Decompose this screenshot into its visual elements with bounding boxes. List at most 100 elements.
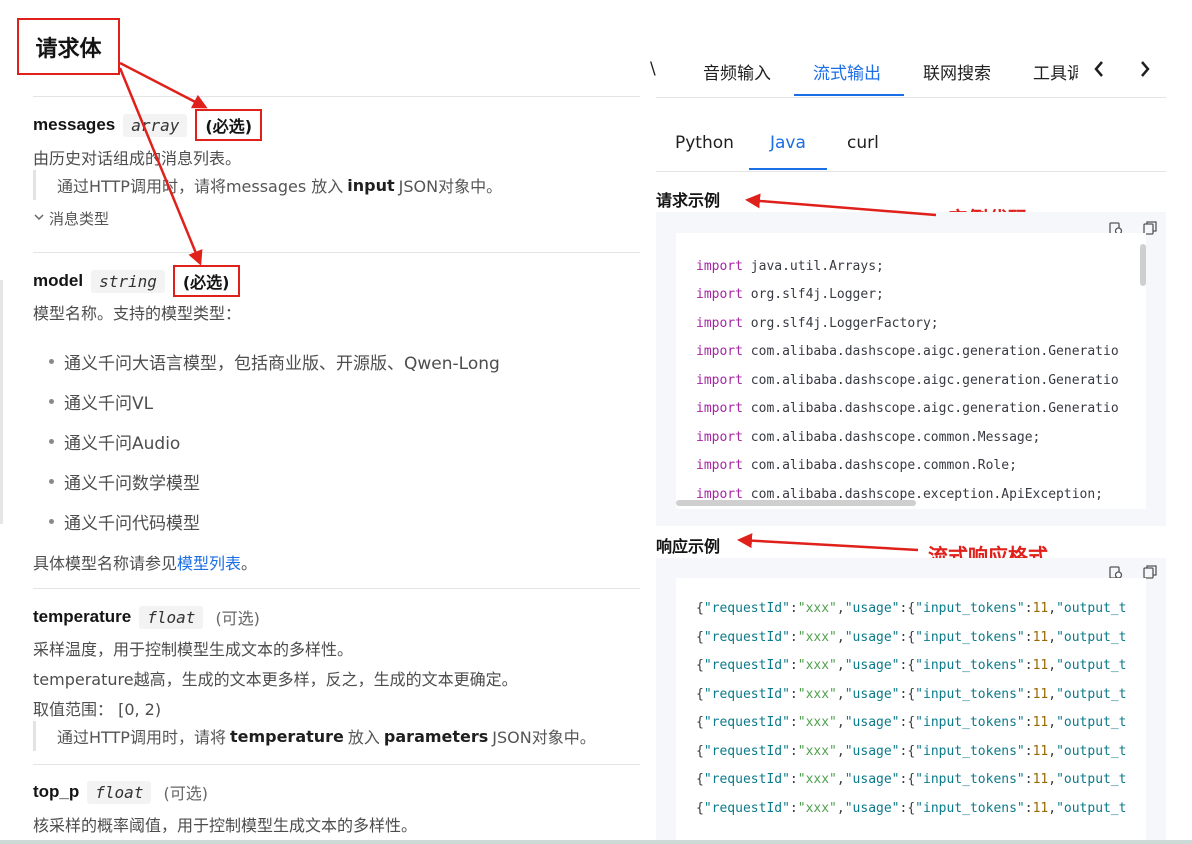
param-type: string [91, 269, 165, 293]
divider [33, 252, 640, 253]
response-json-line: {"requestId":"xxx","usage":{"input_token… [696, 772, 1127, 787]
tab-curl[interactable]: curl [847, 133, 879, 153]
code-keyword: import [696, 373, 743, 388]
note-text: 通过HTTP调用时，请将 [57, 728, 226, 747]
expander-label: 消息类型 [49, 210, 110, 228]
code-line: import com.alibaba.dashscope.common.Mess… [696, 430, 1040, 445]
list-item: 通义千问大语言模型，包括商业版、开源版、Qwen-Long [49, 349, 500, 374]
list-item: 通义千问VL [49, 389, 153, 414]
request-example-label: 请求示例 [656, 191, 721, 210]
divider [33, 764, 640, 765]
list-item-text: 通义千问数学模型 [64, 474, 200, 494]
code-vertical-scrollbar[interactable] [1140, 244, 1146, 286]
chevron-left-icon[interactable] [1092, 58, 1106, 86]
param-name: model [33, 271, 84, 290]
code-horizontal-scrollbar[interactable] [676, 500, 916, 506]
active-lang-indicator [749, 168, 827, 170]
param-note: 通过HTTP调用时，请将messages 放入 input JSON对象中。 [33, 170, 502, 200]
bullet-dot [49, 399, 54, 404]
param-temperature-header: temperature float (可选) [33, 602, 260, 632]
code-text: com.alibaba.dashscope.aigc.generation.Ge… [750, 401, 1119, 416]
chevron-down-icon [33, 211, 45, 227]
param-desc: temperature越高，生成的文本更多样，反之，生成的文本更确定。 [33, 670, 518, 689]
request-code-block: import java.util.Arrays; import org.slf4… [676, 233, 1146, 509]
param-type: array [123, 113, 188, 137]
code-keyword: import [696, 344, 743, 359]
param-top-p-header: top_p float (可选) [33, 777, 208, 807]
note-bold: input [347, 175, 395, 195]
note-bold: parameters [383, 726, 489, 746]
tab-tool-call[interactable]: 工具调 [1033, 59, 1084, 84]
response-json-line: {"requestId":"xxx","usage":{"input_token… [696, 715, 1127, 730]
tab-java[interactable]: Java [770, 133, 806, 153]
code-keyword: import [696, 430, 743, 445]
active-tab-indicator [794, 94, 904, 96]
param-desc: 核采样的概率阈值，用于控制模型生成文本的多样性。 [33, 816, 418, 835]
bullet-dot [49, 439, 54, 444]
code-line: import com.alibaba.dashscope.common.Role… [696, 458, 1017, 473]
bullet-dot [49, 359, 54, 364]
code-line: import com.alibaba.dashscope.aigc.genera… [696, 401, 1119, 416]
list-item: 通义千问数学模型 [49, 469, 200, 494]
code-keyword: import [696, 458, 743, 473]
bullet-dot [49, 479, 54, 484]
code-line: import com.alibaba.dashscope.aigc.genera… [696, 344, 1119, 359]
code-text: com.alibaba.dashscope.aigc.generation.Ge… [750, 373, 1119, 388]
response-json-line: {"requestId":"xxx","usage":{"input_token… [696, 800, 1127, 816]
model-list-link[interactable]: 模型列表 [177, 554, 241, 573]
tab-clipped[interactable]: \ [650, 59, 656, 79]
param-desc: 由历史对话组成的消息列表。 [33, 149, 242, 168]
param-name: messages [33, 115, 116, 134]
required-badge: (必选) [195, 109, 263, 141]
code-keyword: import [696, 401, 743, 416]
tab-python[interactable]: Python [675, 133, 734, 153]
param-note: 通过HTTP调用时，请将 temperature 放入 parameters J… [33, 721, 596, 751]
list-item-text: 通义千问大语言模型，包括商业版、开源版、Qwen-Long [64, 354, 500, 374]
required-badge: (必选) [172, 265, 240, 297]
param-model-header: model string (必选) [33, 265, 240, 297]
footer-text: 。 [241, 554, 258, 573]
note-text: JSON对象中。 [398, 177, 503, 196]
param-type: float [87, 780, 152, 804]
message-type-expander[interactable]: 消息类型 [33, 208, 109, 229]
note-text: 通过HTTP调用时，请将messages 放入 [57, 177, 344, 196]
code-text: org.slf4j.Logger; [750, 287, 884, 302]
tab-audio-input[interactable]: 音频输入 [703, 59, 771, 84]
response-json-line: {"requestId":"xxx","usage":{"input_token… [696, 686, 1127, 702]
code-keyword: import [696, 316, 743, 331]
response-json-line: {"requestId":"xxx","usage":{"input_token… [696, 601, 1127, 616]
code-text: java.util.Arrays; [750, 259, 884, 274]
note-text: JSON对象中。 [492, 728, 596, 747]
param-name: temperature [33, 607, 132, 626]
bullet-dot [49, 519, 54, 524]
param-messages-header: messages array (必选) [33, 109, 263, 141]
code-line: import org.slf4j.LoggerFactory; [696, 316, 939, 331]
code-text: org.slf4j.LoggerFactory; [750, 316, 939, 331]
code-text: com.alibaba.dashscope.common.Message; [750, 430, 1041, 445]
parameter-docs-panel: 请求体 messages array (必选) 由历史对话组成的消息列表。 通过… [0, 0, 640, 844]
code-line: import java.util.Arrays; [696, 259, 884, 274]
tab-streaming-output[interactable]: 流式输出 [813, 59, 881, 84]
code-line: import com.alibaba.dashscope.aigc.genera… [696, 373, 1119, 388]
param-range: 取值范围： [0, 2) [33, 700, 162, 719]
code-text: com.alibaba.dashscope.common.Role; [750, 458, 1017, 473]
code-keyword: import [696, 287, 743, 302]
tab-web-search[interactable]: 联网搜索 [923, 59, 991, 84]
response-json-line: {"requestId":"xxx","usage":{"input_token… [696, 743, 1127, 759]
code-keyword: import [696, 259, 743, 274]
footer-text: 具体模型名称请参见 [33, 554, 178, 573]
code-line: import org.slf4j.Logger; [696, 287, 884, 302]
code-text: com.alibaba.dashscope.aigc.generation.Ge… [750, 344, 1119, 359]
list-item-text: 通义千问代码模型 [64, 514, 200, 534]
response-json-line: {"requestId":"xxx","usage":{"input_token… [696, 629, 1127, 645]
section-title-callout: 请求体 [17, 18, 120, 75]
chevron-right-icon[interactable] [1138, 58, 1152, 86]
list-item: 通义千问Audio [49, 429, 180, 454]
list-item: 通义千问代码模型 [49, 509, 200, 534]
note-text: 放入 [347, 728, 380, 747]
divider [33, 588, 640, 589]
response-example-label: 响应示例 [656, 537, 721, 556]
param-type: float [139, 605, 204, 629]
model-list-sentence: 具体模型名称请参见模型列表。 [33, 550, 257, 574]
list-item-text: 通义千问VL [64, 394, 154, 414]
